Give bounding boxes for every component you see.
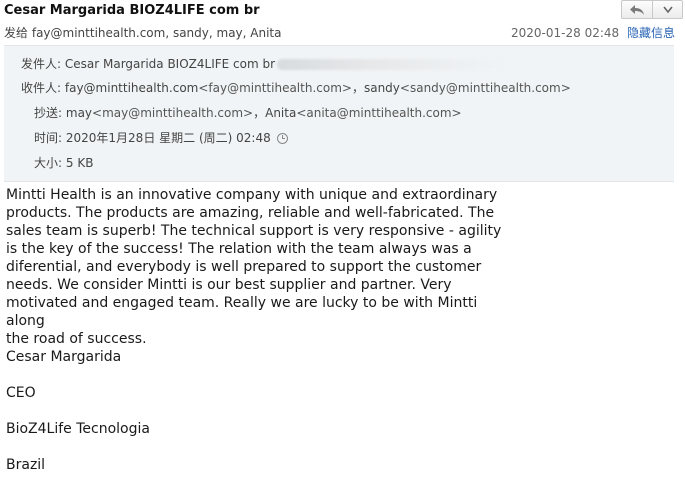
recipient-list: fay@minttihealth.com, sandy, may, Anita xyxy=(31,26,282,40)
to-row: 收件人: fay@minttihealth.com<fay@minttiheal… xyxy=(21,79,571,97)
time-label: 时间: xyxy=(34,131,63,145)
signature-name: Cesar Margarida xyxy=(6,349,122,365)
from-value[interactable]: Cesar Margarida BIOZ4LIFE com br xyxy=(65,57,275,71)
email-subject: Cesar Margarida BIOZ4LIFE com br xyxy=(4,3,260,18)
signature-company: BioZ4Life Tecnologia xyxy=(6,421,150,437)
size-label: 大小: xyxy=(34,156,63,170)
chevron-down-icon xyxy=(662,6,673,13)
cc-row: 抄送: may<may@minttihealth.com>，Anita<anit… xyxy=(34,104,462,122)
signature-country: Brazil xyxy=(6,457,46,473)
cc-recipient-1-address: <may@minttihealth.com> xyxy=(92,106,254,120)
sent-date: 2020-01-28 02:48 xyxy=(511,26,620,40)
size-value: 5 KB xyxy=(65,156,94,170)
cc-separator: ， xyxy=(253,106,266,120)
cc-recipient-2-address: <anita@minttihealth.com> xyxy=(296,106,462,120)
from-row: 发件人: Cesar Margarida BIOZ4LIFE com br xyxy=(21,55,508,73)
header-toolbar xyxy=(621,0,683,19)
sent-to-label: 发给 xyxy=(4,26,29,40)
redacted-address xyxy=(277,59,508,70)
date-area: 2020-01-28 02:48 隐藏信息 xyxy=(511,24,675,41)
time-value: 2020年1月28日 星期二 (周二) 02:48 xyxy=(65,131,271,145)
to-separator: ， xyxy=(351,81,364,95)
to-recipient-2-address: <sandy@minttihealth.com> xyxy=(399,81,571,95)
signature-title: CEO xyxy=(6,385,36,401)
hide-info-link[interactable]: 隐藏信息 xyxy=(627,26,675,40)
more-options-button[interactable] xyxy=(652,1,682,18)
to-recipient-1[interactable]: fay@minttihealth.com xyxy=(65,81,198,95)
message-details-panel: 发件人: Cesar Margarida BIOZ4LIFE com br 收件… xyxy=(4,45,674,182)
cc-recipient-2[interactable]: Anita xyxy=(265,106,296,120)
to-label: 收件人: xyxy=(21,81,62,95)
to-recipient-2[interactable]: sandy xyxy=(364,81,400,95)
reply-button[interactable] xyxy=(622,1,652,18)
to-recipient-1-address: <fay@minttihealth.com> xyxy=(198,81,352,95)
size-row: 大小: 5 KB xyxy=(34,154,93,172)
cc-label: 抄送: xyxy=(34,106,63,120)
reply-arrow-icon xyxy=(630,4,644,15)
history-clock-icon[interactable] xyxy=(276,133,288,144)
cc-recipient-1[interactable]: may xyxy=(66,106,92,120)
recipient-summary: 发给 fay@minttihealth.com, sandy, may, Ani… xyxy=(4,24,282,41)
time-row: 时间: 2020年1月28日 星期二 (周二) 02:48 xyxy=(34,129,288,147)
email-body: Mintti Health is an innovative company w… xyxy=(6,187,502,347)
from-label: 发件人: xyxy=(21,57,62,71)
